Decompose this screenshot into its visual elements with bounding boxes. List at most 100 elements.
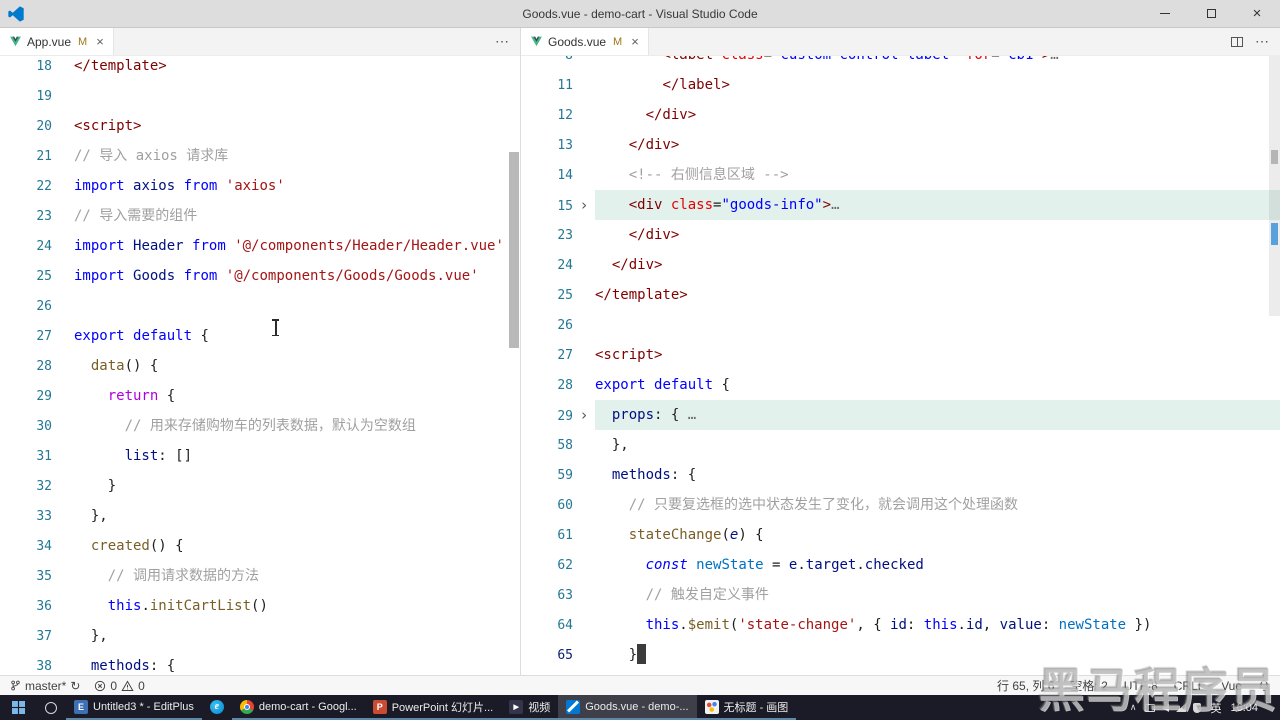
tab-goods-vue[interactable]: Goods.vue M × [521,28,649,55]
code-line[interactable]: 31 list: [] [0,441,520,471]
editor-group-left: App.vue M × ⋯ 18 </template> 19 20 <script> 2… [0,28,520,675]
cortana-search-button[interactable] [36,695,66,720]
cursor-position-status[interactable]: 行 65, 列 6 [997,677,1054,694]
code-line[interactable]: 19 [0,81,520,111]
code-line[interactable]: 15 › <div class="goods-info">… [521,190,1280,220]
input-language-indicator[interactable]: 英 [1210,700,1221,716]
code-line[interactable]: 61 stateChange(e) { [521,520,1280,550]
taskbar-item[interactable]: e [202,695,232,720]
code-line[interactable]: 21 // 导入 axios 请求库 [0,141,520,171]
tray-display-icon[interactable] [1145,703,1156,712]
code-line[interactable]: 29 return { [0,381,520,411]
code-line[interactable]: 24 </div> [521,250,1280,280]
code-line[interactable]: 12 </div> [521,100,1280,130]
close-tab-icon[interactable]: × [631,34,639,49]
line-number: 60 [557,498,573,513]
code-line[interactable]: 13 </div> [521,130,1280,160]
minimize-button[interactable] [1142,0,1188,27]
taskbar-item-label: Goods.vue - demo-... [585,700,689,713]
overview-ruler[interactable] [1269,56,1280,675]
tab-app-vue[interactable]: App.vue M × [0,28,114,55]
clock[interactable]: 16:04 [1230,702,1258,714]
code-line[interactable]: 60 // 只要复选框的选中状态发生了变化，就会调用这个处理函数 [521,490,1280,520]
code-line[interactable]: 30 // 用来存储购物车的列表数据，默认为空数组 [0,411,520,441]
taskbar-item[interactable]: ▶ 视频 [501,695,559,720]
maximize-button[interactable] [1188,0,1234,27]
scrollbar-thumb[interactable] [1269,56,1280,316]
fold-chevron-icon[interactable]: › [573,400,595,430]
code-line[interactable]: 32 } [0,471,520,501]
token: value [999,617,1042,633]
taskbar-item[interactable]: E Untitled3 * - EditPlus [66,695,202,720]
editor-app-vue[interactable]: 18 </template> 19 20 <script> 21 // 导入 axios 请… [0,56,520,675]
taskbar-item[interactable]: Goods.vue - demo-... [558,695,697,720]
fold-chevron-icon[interactable]: › [573,190,595,220]
code-line[interactable]: 33 }, [0,501,520,531]
code-line[interactable]: 27 <script> [521,340,1280,370]
code-line[interactable]: 28 data() { [0,351,520,381]
tray-volume-icon[interactable] [1162,703,1170,712]
powerpoint-icon: P [372,699,387,714]
problems-status[interactable]: 0 0 [94,679,145,693]
token: } [595,647,638,663]
git-branch-icon [11,680,20,691]
code-line[interactable]: 62 const newState = e.target.checked [521,550,1280,580]
code-line[interactable]: 36 this.initCartList() [0,591,520,621]
close-tab-icon[interactable]: × [96,34,104,49]
code-line[interactable]: 11 </label> [521,70,1280,100]
code-line[interactable]: 59 methods: { [521,460,1280,490]
code-line[interactable]: 26 [521,310,1280,340]
code-line[interactable]: 25 import Goods from '@/components/Goods/… [0,261,520,291]
code-line[interactable]: 25 </template> [521,280,1280,310]
taskbar-item[interactable]: 无标题 - 画图 [696,695,797,720]
code-line[interactable]: 58 }, [521,430,1280,460]
code-line[interactable]: 34 created() { [0,531,520,561]
start-button[interactable] [0,695,36,720]
taskbar-item[interactable]: P PowerPoint 幻灯片... [364,695,502,720]
code-line[interactable]: 65 } [521,640,1280,670]
window-title-bar: Goods.vue - demo-cart - Visual Studio Co… [0,0,1280,28]
more-actions-icon[interactable]: ⋯ [495,33,510,50]
code-line[interactable]: 64 this.$emit('state-change', { id: this… [521,610,1280,640]
hidden-icons-chevron[interactable]: ∧ [1130,702,1137,713]
git-branch-status[interactable]: master* ↻ [10,679,80,693]
code-line[interactable]: 14 <!-- 右侧信息区域 --> [521,160,1280,190]
code-line[interactable]: 38 methods: { [0,651,520,675]
code-line[interactable]: 28 export default { [521,370,1280,400]
sync-icon[interactable]: ↻ [70,679,80,693]
bell-icon[interactable] [1258,679,1270,692]
code-line[interactable]: 18 </template> [0,56,520,81]
scrollbar-thumb[interactable] [509,152,519,348]
code-line[interactable]: 8 <label class="custom-control-label" fo… [521,56,1280,70]
editor-goods-vue[interactable]: 8 <label class="custom-control-label" fo… [521,56,1280,675]
code-line[interactable]: 26 [0,291,520,321]
split-editor-icon[interactable] [1231,36,1243,47]
code-line[interactable]: 23 </div> [521,220,1280,250]
close-button[interactable]: × [1234,0,1280,27]
more-actions-icon[interactable]: ⋯ [1255,33,1270,50]
language-mode-status[interactable]: Vue [1221,679,1242,693]
tray-network-icon[interactable] [1176,703,1187,712]
code-line[interactable]: 23 // 导入需要的组件 [0,201,520,231]
code-text: created() { [74,531,520,561]
code-line[interactable]: 24 import Header from '@/components/Heade… [0,231,520,261]
tray-shield-icon[interactable] [1193,702,1202,713]
code-line[interactable]: 29 › props: { … [521,400,1280,430]
token: <!-- 右侧信息区域 --> [628,167,789,183]
line-number-gutter: 26 [521,310,595,340]
eol-status[interactable]: CRLF [1174,679,1205,693]
code-line[interactable]: 35 // 调用请求数据的方法 [0,561,520,591]
token: // 只要复选框的选中状态发生了变化，就会调用这个处理函数 [628,497,1019,513]
code-text: </template> [595,280,1280,310]
code-line[interactable]: 20 <script> [0,111,520,141]
line-number: 34 [36,539,52,554]
taskbar-item[interactable]: demo-cart - Googl... [231,695,365,720]
indentation-status[interactable]: 空格: 2 [1070,677,1107,694]
code-line[interactable]: 22 import axios from 'axios' [0,171,520,201]
code-line[interactable]: 63 // 触发自定义事件 [521,580,1280,610]
windows-taskbar: E Untitled3 * - EditPlus e demo-cart - Goog… [0,695,1280,720]
code-line[interactable]: 27 export default { [0,321,520,351]
code-line[interactable]: 37 }, [0,621,520,651]
encoding-status[interactable]: UTF-8 [1124,679,1158,693]
